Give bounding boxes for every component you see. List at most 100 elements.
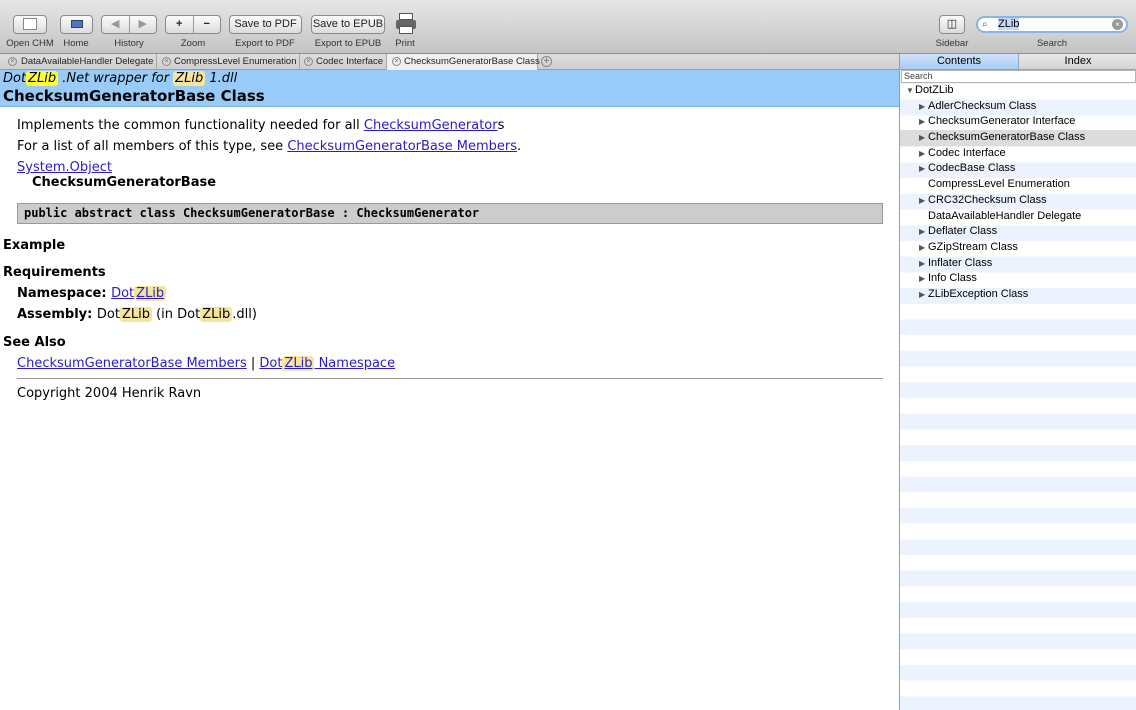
disclosure-right-icon[interactable]: ▶	[919, 146, 925, 162]
tree-item-label: ChecksumGenerator Interface	[928, 115, 1076, 128]
disclosure-right-icon[interactable]: ▶	[919, 114, 925, 130]
tree-item[interactable]: ▶ Inflater Class	[900, 256, 1136, 272]
export-epub-caption: Export to EPUB	[314, 38, 382, 49]
save-epub-button[interactable]: Save to EPUB	[311, 15, 385, 34]
tree-item[interactable]: ▶ ChecksumGenerator Interface	[900, 114, 1136, 130]
new-tab-icon[interactable]: +	[541, 56, 552, 67]
search-highlight: ZLib	[26, 71, 59, 86]
disclosure-right-icon[interactable]: ▶	[919, 224, 925, 240]
save-pdf-button[interactable]: Save to PDF	[229, 15, 302, 34]
sidebar-search-field[interactable]: Search	[901, 70, 1136, 83]
disclosure-right-icon[interactable]: ▶	[919, 240, 925, 256]
tree-item-label: DataAvailableHandler Delegate	[928, 209, 1082, 222]
tree-root-label: DotZLib	[915, 84, 954, 96]
copyright: Copyright 2004 Henrik Ravn	[17, 386, 202, 401]
close-tab-icon[interactable]: ×	[8, 57, 17, 66]
sidebar-icon: ◫	[946, 18, 958, 30]
back-button[interactable]: ◀	[102, 16, 130, 33]
tree-item[interactable]: ▶ ZLibException Class	[900, 287, 1136, 303]
tab-label: DataAvailableHandler Delegate	[21, 56, 154, 67]
tree-item-label: ZLibException Class	[928, 287, 1029, 300]
search-highlight: ZLib	[134, 286, 167, 301]
intro-suffix: s	[497, 118, 505, 133]
tree-item-label: AdlerChecksum Class	[928, 99, 1037, 112]
search-highlight: ZLib	[173, 71, 206, 86]
members-text: For a list of all members of this type, …	[17, 139, 288, 154]
disclosure-right-icon[interactable]: ▶	[919, 287, 925, 303]
tree-item[interactable]: ▶ CRC32Checksum Class	[900, 193, 1136, 209]
namespace-link[interactable]: Dot ZLib	[111, 286, 167, 301]
disclosure-right-icon[interactable]: ▶	[919, 193, 925, 209]
tree-item[interactable]: ▶ Info Class	[900, 271, 1136, 287]
forward-button[interactable]: ▶	[130, 16, 157, 33]
assembly-text: .dll)	[232, 307, 257, 322]
members-link[interactable]: ChecksumGeneratorBase Members	[287, 139, 517, 154]
assembly-text: (in Dot	[151, 307, 201, 322]
assembly-text: Dot	[96, 307, 120, 322]
tab-index[interactable]: Index	[1019, 54, 1136, 69]
checksumgenerator-link[interactable]: ChecksumGenerator	[364, 118, 498, 133]
clear-search-icon[interactable]: ×	[1112, 19, 1123, 30]
namespace-label: Namespace:	[17, 286, 112, 301]
search-value: ZLib	[998, 18, 1020, 30]
tab-contents[interactable]: Contents	[900, 54, 1019, 69]
link-text: Dot	[259, 356, 283, 371]
example-heading: Example	[3, 238, 66, 253]
tree-item[interactable]: ▶ GZipStream Class	[900, 240, 1136, 256]
zoom-out-button[interactable]: −	[194, 16, 221, 33]
subtitle-text: 1.dll	[205, 71, 238, 86]
tree-item[interactable]: ▶ CodecBase Class	[900, 161, 1136, 177]
link-text: Namespace	[314, 356, 396, 371]
see-also-members-link[interactable]: ChecksumGeneratorBase Members	[17, 356, 247, 371]
disclosure-down-icon[interactable]: ▼	[906, 83, 914, 99]
disclosure-right-icon[interactable]: ▶	[919, 99, 925, 115]
tree-item[interactable]: ▶ Codec Interface	[900, 146, 1136, 162]
back-icon: ◀	[111, 18, 120, 30]
tab-codec-interface[interactable]: × Codec Interface	[300, 54, 387, 70]
sidebar-tabs: Contents Index	[900, 54, 1136, 70]
tree-root[interactable]: ▼ DotZLib	[900, 83, 1136, 99]
subtitle-text: Dot	[3, 71, 27, 86]
tab-label: CompressLevel Enumeration	[174, 56, 297, 67]
see-also-namespace-link[interactable]: Dot ZLib Namespace	[259, 356, 395, 371]
close-tab-icon[interactable]: ×	[392, 57, 401, 66]
disclosure-right-icon[interactable]: ▶	[919, 271, 925, 287]
members-suffix: .	[517, 139, 522, 154]
zoom-caption: Zoom	[180, 38, 206, 49]
tree-item[interactable]: ▶ Deflater Class	[900, 224, 1136, 240]
link-text: Dot	[111, 286, 135, 301]
sidebar-toggle-button[interactable]: ◫	[939, 15, 965, 34]
print-caption: Print	[395, 38, 415, 49]
open-chm-button[interactable]	[13, 15, 47, 34]
tree-item[interactable]: CompressLevel Enumeration	[900, 177, 1136, 193]
tree-item[interactable]: DataAvailableHandler Delegate	[900, 209, 1136, 225]
tab-checksumgeneratorbase[interactable]: × ChecksumGeneratorBase Class	[387, 54, 540, 70]
tab-compresslevel[interactable]: × CompressLevel Enumeration	[157, 54, 300, 70]
tree-item[interactable]: ▶ AdlerChecksum Class	[900, 99, 1136, 115]
page-subtitle: Dot ZLib .Net wrapper for ZLib 1.dll	[3, 71, 237, 86]
tree-item[interactable]: ▶ ChecksumGeneratorBase Class	[900, 130, 1136, 146]
close-tab-icon[interactable]: ×	[304, 57, 313, 66]
search-caption: Search	[1036, 38, 1068, 49]
requirements-heading: Requirements	[3, 265, 106, 280]
disclosure-right-icon[interactable]: ▶	[919, 256, 925, 272]
search-field[interactable]: ⌕ ZLib ×	[976, 16, 1128, 33]
intro-paragraph: Implements the common functionality need…	[17, 118, 504, 133]
disclosure-right-icon[interactable]: ▶	[919, 130, 925, 146]
tree-item-label: CodecBase Class	[928, 162, 1016, 175]
home-button[interactable]	[60, 15, 93, 34]
disclosure-right-icon[interactable]: ▶	[919, 161, 925, 177]
print-button[interactable]	[396, 13, 416, 35]
inheritance-root: System.Object	[17, 160, 112, 175]
see-also-heading: See Also	[3, 335, 66, 350]
inheritance-class: ChecksumGeneratorBase	[32, 175, 217, 190]
close-tab-icon[interactable]: ×	[162, 57, 171, 66]
tab-label: Codec Interface	[316, 56, 384, 67]
printer-paper	[399, 26, 413, 34]
see-also-row: ChecksumGeneratorBase Members | Dot ZLib …	[17, 356, 395, 371]
system-object-link[interactable]: System.Object	[17, 160, 112, 175]
zoom-segment: + −	[165, 15, 221, 34]
zoom-in-button[interactable]: +	[166, 16, 194, 33]
tree-item-label: Codec Interface	[928, 146, 1006, 159]
tab-dataavailablehandler[interactable]: × DataAvailableHandler Delegate	[0, 54, 157, 70]
